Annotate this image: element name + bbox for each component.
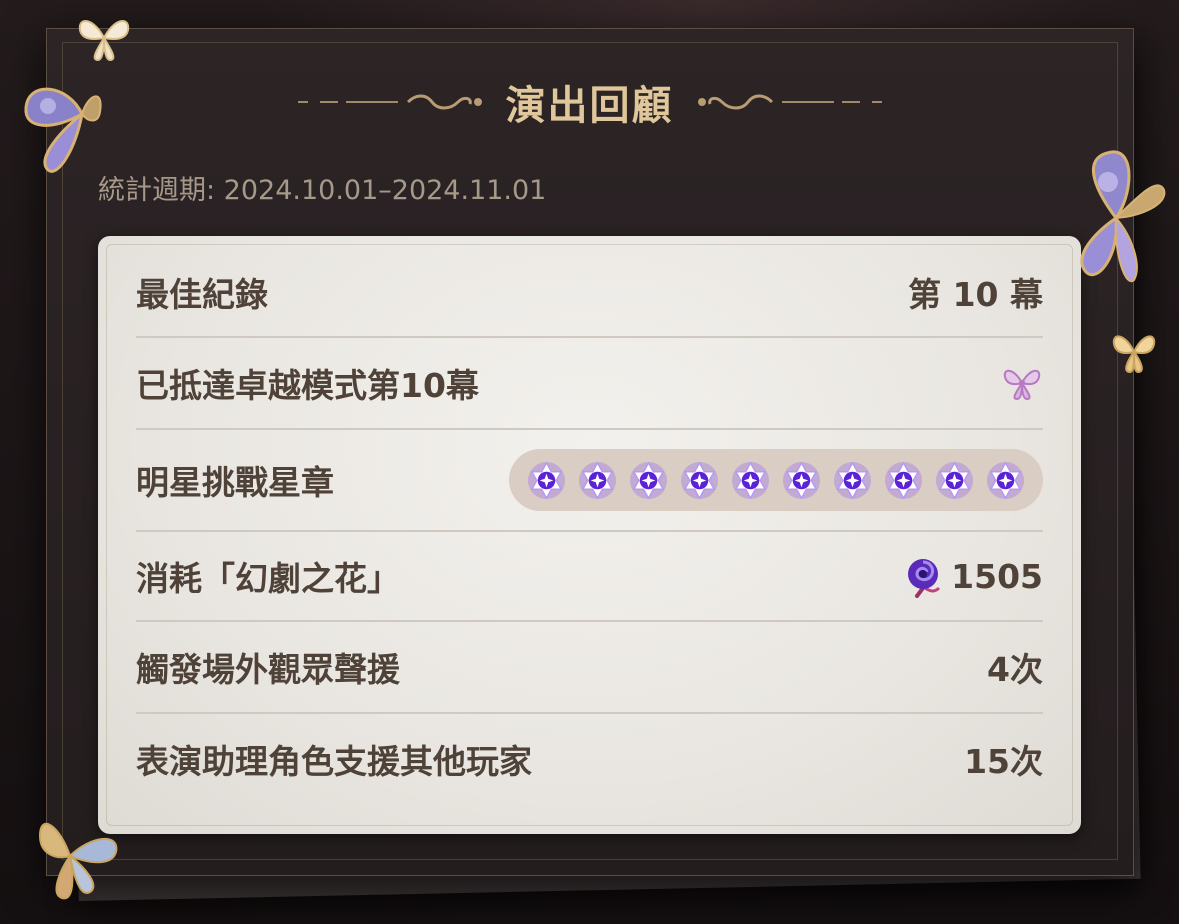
butterfly-emblem-icon [1003, 369, 1041, 401]
best-record-label: 最佳紀錄 [136, 275, 268, 314]
star-badge-icon [680, 460, 719, 500]
page-title: 演出回顧 [505, 83, 674, 129]
star-badge-icon [731, 460, 770, 500]
star-badges-label: 明星挑戰星章 [136, 463, 334, 502]
star-badge-icon [629, 460, 668, 500]
row-star-badges: 明星挑戰星章 [136, 430, 1043, 532]
star-badge-icon [782, 460, 821, 500]
row-best-record: 最佳紀錄 第 10 幕 [136, 248, 1043, 338]
row-consumed: 消耗「幻劇之花」 1505 [136, 532, 1043, 622]
title-left-ornament-icon [297, 94, 482, 110]
star-badge-icon [884, 460, 923, 500]
star-badge-icon [578, 460, 617, 500]
audience-support-label: 觸發場外觀眾聲援 [136, 650, 400, 689]
row-audience-support: 觸發場外觀眾聲援 4次 [136, 622, 1043, 714]
consumed-value: 1505 [951, 556, 1043, 596]
assist-players-value: 15次 [964, 742, 1043, 781]
star-badge-icon [527, 460, 566, 500]
row-reached-mode: 已抵達卓越模式第10幕 [136, 338, 1043, 430]
reached-mode-label: 已抵達卓越模式第10幕 [136, 366, 479, 405]
fantasia-flower-icon [908, 559, 941, 598]
assist-players-label: 表演助理角色支援其他玩家 [136, 742, 532, 781]
star-badge-icon [833, 460, 872, 500]
title-right-ornament-icon [697, 94, 882, 110]
title-row: 演出回顧 [0, 72, 1179, 132]
audience-support-value: 4次 [987, 650, 1043, 689]
star-badge-icon [986, 460, 1025, 500]
consumed-value-group: 1505 [901, 554, 1043, 598]
statistics-period: 統計週期: 2024.10.01–2024.11.01 [98, 175, 547, 206]
consumed-label: 消耗「幻劇之花」 [136, 559, 400, 598]
row-assist-players: 表演助理角色支援其他玩家 15次 [136, 714, 1043, 804]
star-badges-strip [509, 449, 1043, 511]
star-badge-icon [935, 460, 974, 500]
stats-card: 最佳紀錄 第 10 幕 已抵達卓越模式第10幕 明星挑戰星章 消耗「幻劇之花」 … [98, 236, 1081, 834]
best-record-value: 第 10 幕 [908, 275, 1043, 314]
